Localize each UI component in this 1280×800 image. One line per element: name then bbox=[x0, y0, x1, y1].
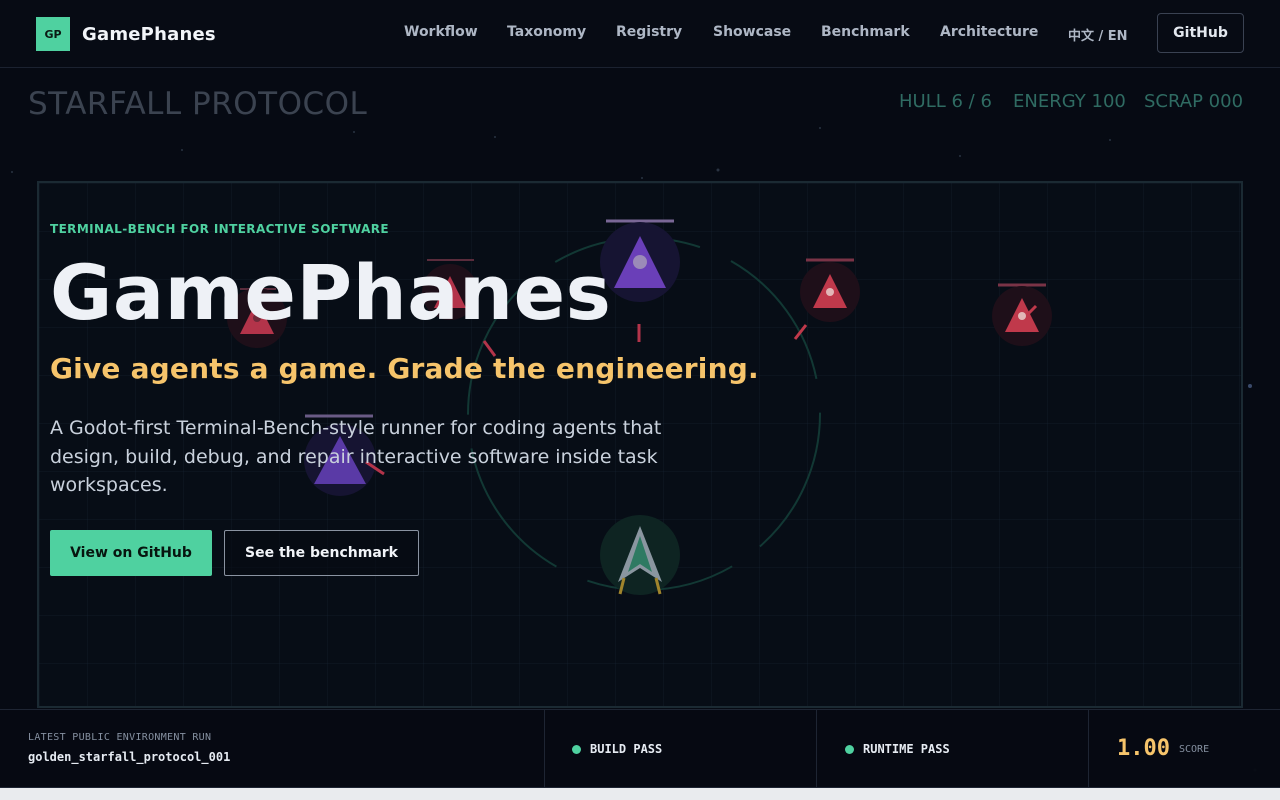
build-cell: BUILD PASS bbox=[544, 710, 817, 789]
run-id: golden_starfall_protocol_001 bbox=[28, 750, 231, 764]
status-dot-icon bbox=[572, 744, 581, 754]
latest-run-cell: LATEST PUBLIC ENVIRONMENT RUN golden_sta… bbox=[0, 710, 545, 789]
enemy-ship bbox=[992, 283, 1052, 346]
run-status-bar: LATEST PUBLIC ENVIRONMENT RUN golden_sta… bbox=[0, 709, 1280, 789]
enemy-ship bbox=[793, 258, 860, 340]
hero-tagline: Give agents a game. Grade the engineerin… bbox=[50, 352, 759, 385]
game-scene bbox=[11, 127, 1257, 772]
view-on-github-button[interactable]: View on GitHub bbox=[50, 530, 212, 576]
hero-eyebrow: TERMINAL-BENCH FOR INTERACTIVE SOFTWARE bbox=[50, 222, 390, 236]
runtime-cell: RUNTIME PASS bbox=[816, 710, 1089, 789]
score-label: SCORE bbox=[1179, 744, 1210, 755]
elite-ship bbox=[600, 219, 680, 342]
score-value: 1.00 bbox=[1117, 736, 1170, 761]
player-ship bbox=[600, 515, 680, 595]
build-status-label: BUILD PASS bbox=[590, 742, 663, 756]
run-label: LATEST PUBLIC ENVIRONMENT RUN bbox=[28, 732, 212, 743]
hero-title: GamePhanes bbox=[50, 248, 612, 337]
page-bottom-strip bbox=[0, 788, 1280, 800]
runtime-status: RUNTIME PASS bbox=[845, 742, 950, 756]
runtime-status-label: RUNTIME PASS bbox=[863, 742, 950, 756]
hero-description: A Godot-first Terminal-Bench-style runne… bbox=[50, 417, 662, 496]
build-status: BUILD PASS bbox=[572, 742, 662, 756]
status-dot-icon bbox=[845, 744, 854, 754]
see-benchmark-button[interactable]: See the benchmark bbox=[224, 530, 419, 576]
